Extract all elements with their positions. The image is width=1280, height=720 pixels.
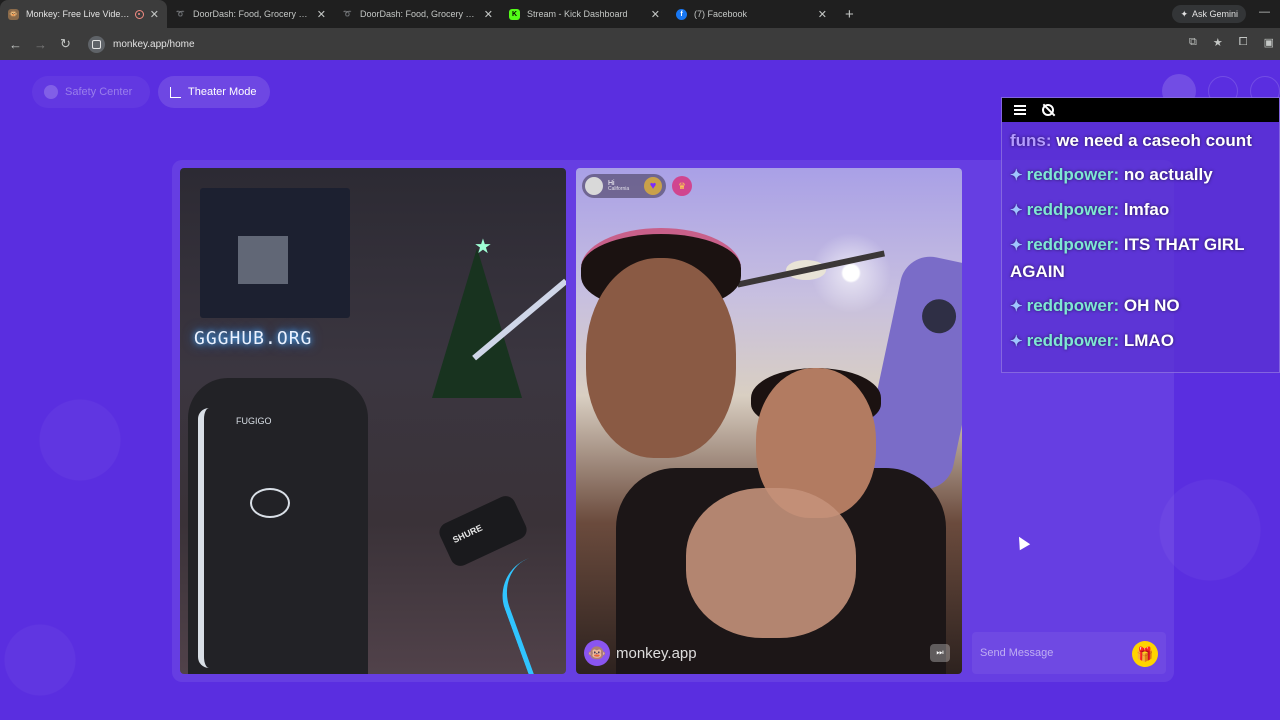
gaming-chair-image: FUGIGO [188, 378, 368, 674]
chat-message: ✦ reddpower: ITS THAT GIRL AGAIN [1010, 235, 1245, 281]
doordash-favicon-icon: ➰ [343, 11, 352, 18]
heart-icon[interactable]: ♥ [644, 177, 662, 195]
chat-message: ✦ reddpower: LMAO [1010, 331, 1174, 350]
close-tab-icon[interactable]: ✕ [484, 8, 493, 21]
close-tab-icon[interactable]: ✕ [651, 8, 660, 21]
new-tab-button[interactable]: + [845, 6, 854, 23]
chat-messages: funs: we need a caseoh count ✦ reddpower:… [1002, 122, 1279, 369]
side-panel-icon[interactable]: ▣ [1264, 36, 1274, 49]
partner-location: Hi California [608, 180, 629, 192]
shield-icon [44, 85, 58, 99]
chat-message: ✦ reddpower: lmfao [1010, 200, 1170, 219]
expand-icon [170, 86, 181, 98]
chat-username: reddpower [1026, 235, 1114, 254]
partner-avatar [585, 177, 603, 195]
ask-gemini-label: Ask Gemini [1191, 9, 1238, 19]
ask-gemini-button[interactable]: ✦ Ask Gemini [1172, 5, 1246, 23]
local-video: ★ GGGHUB.ORG FUGIGO SHURE [180, 168, 566, 674]
chat-message: ✦ reddpower: OH NO [1010, 296, 1180, 315]
ceiling-fan-image [726, 208, 896, 318]
facebook-favicon-icon: f [676, 8, 687, 20]
cable-image [491, 551, 566, 674]
tab-monkey[interactable]: 🐵 Monkey: Free Live Video Ch ✕ [0, 0, 167, 28]
stream-chat-overlay[interactable]: funs: we need a caseoh count ✦ reddpower:… [1001, 97, 1280, 373]
location-text: California [608, 186, 630, 192]
tab-title: Monkey: Free Live Video Ch [26, 9, 131, 19]
toolbar-actions: ⧉ ★ ⧠ ▣ [1189, 36, 1274, 49]
chat-username: reddpower [1026, 165, 1114, 184]
person-face-image [586, 258, 736, 458]
back-arrow-icon[interactable]: ← [3, 37, 28, 52]
monkey-watermark: 🐵 monkey.app [584, 640, 697, 666]
tv-image [200, 188, 350, 318]
overlay-titlebar [1002, 98, 1279, 122]
mic-brand-text: SHURE [451, 522, 484, 546]
gemini-sparkle-icon: ✦ [1180, 8, 1188, 19]
forward-arrow-icon[interactable]: → [28, 37, 53, 52]
cast-icon[interactable]: ⧉ [1189, 36, 1197, 49]
tab-facebook[interactable]: f (7) Facebook ✕ [668, 0, 835, 28]
skip-icon[interactable]: ⏭ [930, 644, 950, 662]
close-tab-icon[interactable]: ✕ [818, 8, 827, 21]
bookmark-star-icon[interactable]: ★ [1213, 36, 1223, 49]
extensions-icon[interactable]: ⧠ [1239, 36, 1248, 49]
microphone-image: SHURE [436, 492, 530, 570]
theater-mode-button[interactable]: Theater Mode [158, 76, 270, 108]
tab-kick[interactable]: K Stream - Kick Dashboard ✕ [501, 0, 668, 28]
verified-badge-icon: ✦ [1010, 298, 1023, 315]
safety-center-label: Safety Center [65, 86, 133, 98]
verified-badge-icon: ✦ [1010, 333, 1023, 350]
doordash-favicon-icon: ➰ [176, 11, 185, 18]
crown-badge-icon[interactable]: ♛ [672, 176, 692, 196]
close-tab-icon[interactable]: ✕ [317, 8, 326, 21]
kick-favicon-icon: K [509, 8, 520, 20]
menu-icon[interactable] [1014, 105, 1026, 115]
tab-title: (7) Facebook [694, 9, 748, 19]
tab-title: DoorDash: Food, Grocery and [360, 9, 478, 19]
site-info-icon[interactable] [88, 35, 105, 53]
reload-icon[interactable]: ↻ [53, 36, 78, 52]
neon-sign-text: GGGHUB.ORG [194, 328, 313, 349]
chat-text: LMAO [1123, 331, 1174, 350]
address-bar[interactable]: monkey.app/home [84, 32, 1154, 56]
brand-label: monkey.app [616, 644, 697, 662]
monkey-favicon-icon: 🐵 [8, 8, 19, 20]
chat-message: ✦ reddpower: no actually [1010, 165, 1213, 184]
monkey-logo-icon: 🐵 [584, 640, 610, 666]
chat-username: reddpower [1026, 296, 1114, 315]
minimize-window-icon[interactable]: — [1259, 6, 1270, 18]
hands-image [686, 488, 856, 638]
safety-center-button[interactable]: Safety Center [32, 76, 150, 108]
visibility-off-icon[interactable] [1042, 104, 1054, 116]
tab-strip: 🐵 Monkey: Free Live Video Ch ✕ ➰ DoorDas… [0, 0, 1280, 28]
recording-icon [134, 9, 144, 19]
chat-message: funs: we need a caseoh count [1010, 131, 1252, 150]
verified-badge-icon: ✦ [1010, 202, 1023, 219]
chat-username: reddpower [1026, 200, 1114, 219]
chat-text: lmfao [1123, 200, 1170, 219]
tab-doordash-2[interactable]: ➰ DoorDash: Food, Grocery and ✕ [334, 0, 501, 28]
partner-info-pill[interactable]: Hi California ♥ [582, 174, 666, 198]
tab-title: Stream - Kick Dashboard [527, 9, 628, 19]
remote-video: Hi California ♥ ♛ 🐵 monkey.app ⏭ [576, 168, 962, 674]
gift-icon[interactable]: 🎁 [1132, 641, 1158, 667]
chat-text: OH NO [1123, 296, 1180, 315]
chat-username: reddpower [1026, 331, 1114, 350]
chat-username: funs [1010, 131, 1046, 150]
christmas-tree-image [432, 248, 522, 398]
tab-title: DoorDash: Food, Grocery and [193, 9, 311, 19]
url-text: monkey.app/home [113, 38, 195, 50]
verified-badge-icon: ✦ [1010, 167, 1023, 184]
chair-brand-text: FUGIGO [236, 416, 272, 426]
verified-badge-icon: ✦ [1010, 237, 1023, 254]
send-message-input[interactable]: Send Message 🎁 [972, 632, 1166, 674]
browser-toolbar: ← → ↻ monkey.app/home ⧉ ★ ⧠ ▣ [0, 28, 1280, 60]
chat-placeholder: Send Message [980, 647, 1054, 659]
chat-text: we need a caseoh count [1056, 131, 1252, 150]
chat-text: no actually [1123, 165, 1213, 184]
tab-doordash-1[interactable]: ➰ DoorDash: Food, Grocery and ✕ [167, 0, 334, 28]
close-tab-icon[interactable]: ✕ [150, 8, 159, 21]
theater-mode-label: Theater Mode [188, 86, 257, 98]
